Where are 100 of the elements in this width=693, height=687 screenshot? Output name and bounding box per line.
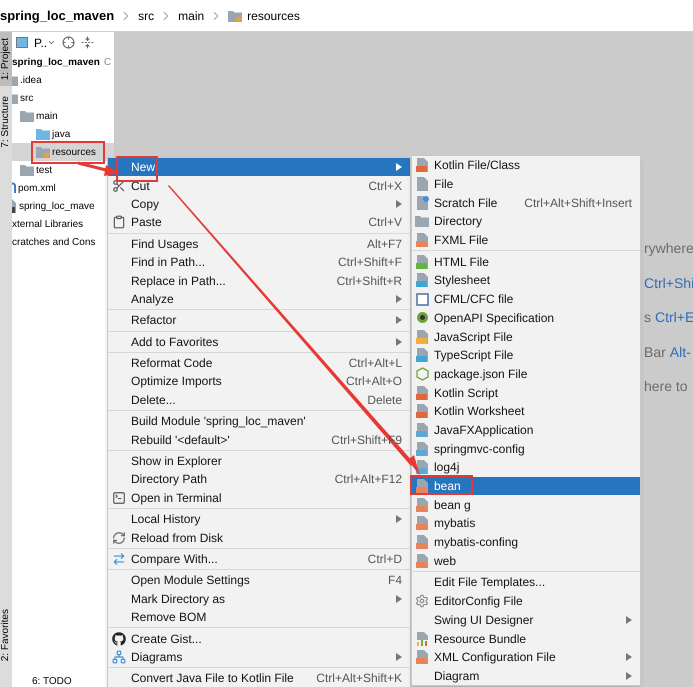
menu-item[interactable]: Paste Ctrl+V bbox=[108, 213, 410, 232]
menu-item[interactable]: Build Module 'spring_loc_maven' bbox=[108, 412, 410, 430]
menu-item[interactable]: TypeScript File bbox=[412, 346, 640, 365]
tool-window-tab[interactable]: 7: Structure bbox=[0, 90, 12, 154]
folder-icon bbox=[228, 10, 242, 22]
menu-item[interactable]: Kotlin File/Class bbox=[412, 156, 640, 175]
menu-item[interactable]: Swing UI Designer bbox=[412, 610, 640, 630]
tree-item[interactable]: .idea bbox=[12, 71, 114, 89]
file-icon bbox=[416, 196, 428, 210]
menu-item[interactable]: Mark Directory as bbox=[108, 590, 410, 608]
diagram-icon bbox=[112, 650, 126, 664]
menu-item[interactable]: mybatis-confing bbox=[412, 532, 640, 552]
gear-icon bbox=[415, 594, 429, 608]
menu-item[interactable]: XML Configuration File bbox=[412, 648, 640, 667]
menu-item[interactable]: JavaFXApplication bbox=[412, 420, 640, 440]
menu-item[interactable]: Convert Java File to Kotlin File Ctrl+Alt+Shift+K bbox=[108, 669, 410, 687]
breadcrumb-item[interactable]: resources bbox=[247, 6, 300, 24]
file-icon bbox=[416, 498, 428, 512]
menu-item[interactable]: Directory Path Ctrl+Alt+F12 bbox=[108, 470, 410, 489]
hint-text: rywhere bbox=[644, 239, 693, 258]
menu-item[interactable]: JavaScript File bbox=[412, 327, 640, 346]
file-icon bbox=[416, 460, 428, 474]
menu-item[interactable]: Refactor bbox=[108, 311, 410, 330]
tree-item[interactable]: src bbox=[12, 89, 114, 107]
file-icon bbox=[416, 404, 428, 418]
menu-item[interactable]: Reformat Code Ctrl+Alt+L bbox=[108, 354, 410, 372]
menu-item[interactable]: Diagrams bbox=[108, 648, 410, 666]
menu-item[interactable]: package.json File bbox=[412, 364, 640, 384]
file-icon bbox=[416, 348, 428, 362]
menu-item[interactable]: Diagram bbox=[412, 666, 640, 686]
shortcut-label: F4 bbox=[388, 572, 402, 590]
menu-item[interactable]: Local History bbox=[108, 510, 410, 528]
menu-item[interactable]: Kotlin Script bbox=[412, 383, 640, 402]
menu-item[interactable]: Create Gist... bbox=[108, 629, 410, 648]
menu-item[interactable]: File bbox=[412, 174, 640, 194]
menu-item[interactable]: Edit File Templates... bbox=[412, 573, 640, 592]
file-icon bbox=[416, 386, 428, 400]
breadcrumb-item[interactable]: src bbox=[138, 6, 154, 24]
folder-icon bbox=[36, 146, 50, 158]
file-icon bbox=[416, 535, 428, 550]
menu-item[interactable]: CFML/CFC file bbox=[412, 290, 640, 308]
menu-item[interactable]: Resource Bundle bbox=[412, 629, 640, 648]
hint-text: here to bbox=[644, 377, 688, 396]
file-icon bbox=[416, 273, 428, 288]
menu-item[interactable]: Open in Terminal bbox=[108, 488, 410, 508]
hint-text: Bar bbox=[644, 342, 666, 362]
shortcut-label: Ctrl+Alt+O bbox=[346, 373, 402, 390]
terminal-icon bbox=[112, 490, 126, 505]
menu-item[interactable]: bean bbox=[412, 476, 640, 496]
tool-window-tab[interactable]: 2: Favorites bbox=[0, 602, 12, 667]
menu-item[interactable]: New bbox=[108, 158, 410, 176]
shortcut-label: Ctrl+X bbox=[368, 178, 402, 195]
collapse-icon[interactable] bbox=[81, 36, 94, 49]
menu-item[interactable]: Directory bbox=[412, 212, 640, 231]
shortcut-label: Alt+F7 bbox=[366, 236, 402, 253]
view-selector[interactable]: P.. bbox=[34, 34, 48, 52]
caret-icon[interactable] bbox=[47, 38, 56, 47]
menu-item[interactable]: Open Module Settings F4 bbox=[108, 571, 410, 590]
crosshair-icon[interactable] bbox=[62, 36, 76, 49]
menu-item[interactable]: Optimize Imports Ctrl+Alt+O bbox=[108, 372, 410, 391]
menu-item[interactable]: Add to Favorites bbox=[108, 332, 410, 351]
menu-item[interactable]: Kotlin Worksheet bbox=[412, 402, 640, 421]
menu-item[interactable]: Find Usages Alt+F7 bbox=[108, 234, 410, 253]
menu-item[interactable]: Delete... Delete bbox=[108, 390, 410, 410]
tree-item[interactable]: resources bbox=[12, 143, 114, 161]
menu-item[interactable]: FXML File bbox=[412, 230, 640, 250]
menu-item[interactable]: Remove BOM bbox=[108, 608, 410, 626]
tree-item[interactable]: main bbox=[12, 107, 114, 125]
menu-item[interactable]: OpenAPI Specification bbox=[412, 308, 640, 328]
chart-file-icon bbox=[416, 632, 428, 646]
shortcut-label: Ctrl+Alt+L bbox=[348, 355, 402, 372]
menu-item[interactable]: Show in Explorer bbox=[108, 452, 410, 470]
menu-item[interactable]: Compare With... Ctrl+D bbox=[108, 550, 410, 568]
circle-icon bbox=[416, 311, 428, 324]
annotation-arrow bbox=[78, 162, 120, 176]
tool-window-tab[interactable]: 6: TODO bbox=[32, 676, 72, 687]
tree-item[interactable]: java bbox=[12, 125, 114, 143]
menu-item[interactable]: bean g bbox=[412, 495, 640, 514]
tree-item[interactable]: spring_loc_maven C bbox=[12, 53, 114, 71]
menu-item[interactable]: springmvc-config bbox=[412, 439, 640, 458]
menu-item[interactable]: Find in Path... Ctrl+Shift+F bbox=[108, 252, 410, 272]
file-icon bbox=[416, 158, 428, 172]
menu-item[interactable]: HTML File bbox=[412, 252, 640, 272]
menu-item[interactable]: Replace in Path... Ctrl+Shift+R bbox=[108, 271, 410, 290]
menu-item[interactable]: Reload from Disk bbox=[108, 528, 410, 547]
tool-window-tab[interactable]: 1: Project bbox=[0, 32, 12, 86]
file-icon bbox=[416, 442, 428, 456]
menu-item[interactable]: Scratch File Ctrl+Alt+Shift+Insert bbox=[412, 193, 640, 212]
menu-item[interactable]: web bbox=[412, 551, 640, 570]
file-icon bbox=[416, 177, 428, 192]
github-icon bbox=[112, 632, 126, 646]
menu-item[interactable]: EditorConfig File bbox=[412, 592, 640, 610]
menu-item[interactable]: Stylesheet bbox=[412, 271, 640, 290]
file-icon bbox=[416, 233, 428, 248]
breadcrumb-item[interactable]: main bbox=[178, 6, 204, 24]
menu-item[interactable]: mybatis bbox=[412, 514, 640, 533]
breadcrumb-item[interactable]: spring_loc_maven bbox=[0, 6, 114, 26]
annotation-box bbox=[116, 156, 158, 182]
shortcut-label: Delete bbox=[367, 392, 402, 409]
menu-item[interactable]: Analyze bbox=[108, 290, 410, 308]
